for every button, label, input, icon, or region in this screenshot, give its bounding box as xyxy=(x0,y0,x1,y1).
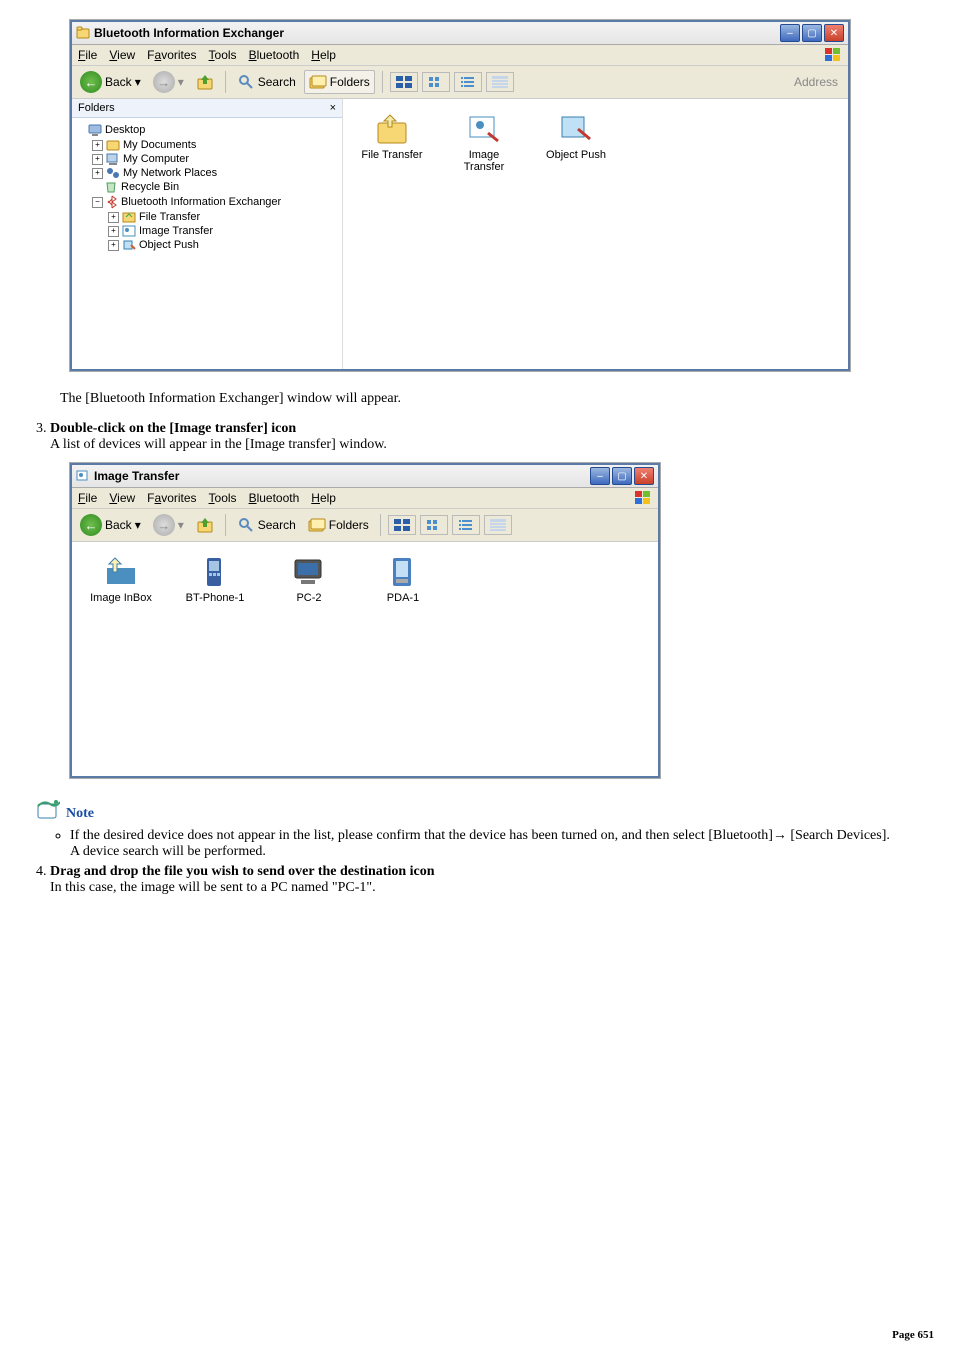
windows-flag-icon xyxy=(634,490,652,506)
forward-button[interactable]: → ▾ xyxy=(149,69,188,95)
folder-up-icon xyxy=(196,73,214,91)
back-button[interactable]: ← Back ▾ xyxy=(76,69,145,95)
note-icon xyxy=(34,798,60,822)
menu-file[interactable]: File xyxy=(78,491,97,505)
forward-icon: → xyxy=(153,514,175,536)
menu-bluetooth[interactable]: Bluetooth xyxy=(249,48,300,62)
item-image-inbox[interactable]: Image InBox xyxy=(86,554,156,764)
folder-icon xyxy=(76,26,90,40)
tree-recycle-bin[interactable]: Recycle Bin xyxy=(76,180,338,194)
computer-icon xyxy=(106,153,120,165)
recycle-icon xyxy=(104,181,118,193)
menu-tools[interactable]: Tools xyxy=(209,491,237,505)
computer-icon xyxy=(291,554,327,590)
dropdown-icon: ▾ xyxy=(135,518,141,532)
folders-button[interactable]: Folders xyxy=(304,514,373,536)
menu-favorites[interactable]: Favorites xyxy=(147,491,196,505)
windows-flag-icon xyxy=(824,47,842,63)
menu-bluetooth[interactable]: Bluetooth xyxy=(249,491,300,505)
caption-1: The [Bluetooth Information Exchanger] wi… xyxy=(60,391,924,407)
dropdown-icon: ▾ xyxy=(178,75,184,89)
tree-object-push[interactable]: + Object Push xyxy=(76,238,338,252)
up-button[interactable] xyxy=(192,71,218,93)
folder-up-icon xyxy=(196,516,214,534)
menu-favorites[interactable]: Favorites xyxy=(147,48,196,62)
object-push-icon xyxy=(558,111,594,147)
menu-help[interactable]: Help xyxy=(311,491,336,505)
search-icon xyxy=(237,516,255,534)
maximize-button[interactable]: ▢ xyxy=(612,467,632,485)
menu-help[interactable]: Help xyxy=(311,48,336,62)
view-tiles-button[interactable] xyxy=(390,72,418,92)
item-bt-phone-1[interactable]: BT-Phone-1 xyxy=(180,554,250,764)
tree-image-transfer[interactable]: + Image Transfer xyxy=(76,224,338,238)
menu-file[interactable]: File xyxy=(78,48,97,62)
folders-button[interactable]: Folders xyxy=(304,70,375,94)
image-transfer-icon xyxy=(76,469,90,483)
note-label: Note xyxy=(66,806,94,822)
tree-my-network[interactable]: + My Network Places xyxy=(76,166,338,180)
tree-my-documents[interactable]: + My Documents xyxy=(76,138,338,152)
view-details-button[interactable] xyxy=(486,72,514,92)
minimize-button[interactable]: ‒ xyxy=(780,24,800,42)
item-file-transfer[interactable]: File Transfer xyxy=(357,111,427,161)
item-image-transfer[interactable]: Image Transfer xyxy=(449,111,519,173)
item-object-push[interactable]: Object Push xyxy=(541,111,611,161)
bluetooth-icon xyxy=(106,195,118,209)
view-icons-button[interactable] xyxy=(422,72,450,92)
image-transfer-icon xyxy=(466,111,502,147)
file-transfer-icon xyxy=(374,111,410,147)
folders-close-button[interactable]: × xyxy=(330,102,336,114)
folders-icon xyxy=(308,516,326,534)
menu-view[interactable]: View xyxy=(109,491,135,505)
folders-icon xyxy=(309,73,327,91)
menu-tools[interactable]: Tools xyxy=(209,48,237,62)
view-icons-button[interactable] xyxy=(420,515,448,535)
menu-view[interactable]: View xyxy=(109,48,135,62)
page-footer: Page 651 xyxy=(892,1329,934,1341)
phone-icon xyxy=(197,554,233,590)
forward-button[interactable]: → ▾ xyxy=(149,512,188,538)
dropdown-icon: ▾ xyxy=(135,75,141,89)
search-icon xyxy=(237,73,255,91)
forward-icon: → xyxy=(153,71,175,93)
close-button[interactable]: ✕ xyxy=(824,24,844,42)
up-button[interactable] xyxy=(192,514,218,536)
note-item: If the desired device does not appear in… xyxy=(70,828,924,860)
item-pc-2[interactable]: PC-2 xyxy=(274,554,344,764)
view-details-button[interactable] xyxy=(484,515,512,535)
window-title: Bluetooth Information Exchanger xyxy=(94,26,780,40)
folder-icon xyxy=(106,139,120,151)
view-list-button[interactable] xyxy=(454,72,482,92)
view-list-button[interactable] xyxy=(452,515,480,535)
minimize-button[interactable]: ‒ xyxy=(590,467,610,485)
search-button[interactable]: Search xyxy=(233,514,300,536)
tree-file-transfer[interactable]: + File Transfer xyxy=(76,210,338,224)
window-title: Image Transfer xyxy=(94,469,590,483)
folders-header: Folders xyxy=(78,102,115,114)
file-transfer-icon xyxy=(122,211,136,223)
pda-icon xyxy=(385,554,421,590)
inbox-icon xyxy=(103,554,139,590)
search-button[interactable]: Search xyxy=(233,71,300,93)
tree-desktop[interactable]: Desktop xyxy=(76,122,338,138)
back-icon: ← xyxy=(80,71,102,93)
item-pda-1[interactable]: PDA-1 xyxy=(368,554,438,764)
dropdown-icon: ▾ xyxy=(178,518,184,532)
close-button[interactable]: ✕ xyxy=(634,467,654,485)
desktop-icon xyxy=(88,123,102,137)
tree-my-computer[interactable]: + My Computer xyxy=(76,152,338,166)
object-push-icon xyxy=(122,239,136,251)
back-button[interactable]: ← Back ▾ xyxy=(76,512,145,538)
network-icon xyxy=(106,167,120,179)
address-label: Address xyxy=(788,73,844,91)
back-icon: ← xyxy=(80,514,102,536)
maximize-button[interactable]: ▢ xyxy=(802,24,822,42)
image-transfer-icon xyxy=(122,225,136,237)
step-3: Double-click on the [Image transfer] ico… xyxy=(50,421,924,453)
tree-bluetooth-exchanger[interactable]: − Bluetooth Information Exchanger xyxy=(76,194,338,210)
step-4: Drag and drop the file you wish to send … xyxy=(50,864,924,896)
view-tiles-button[interactable] xyxy=(388,515,416,535)
